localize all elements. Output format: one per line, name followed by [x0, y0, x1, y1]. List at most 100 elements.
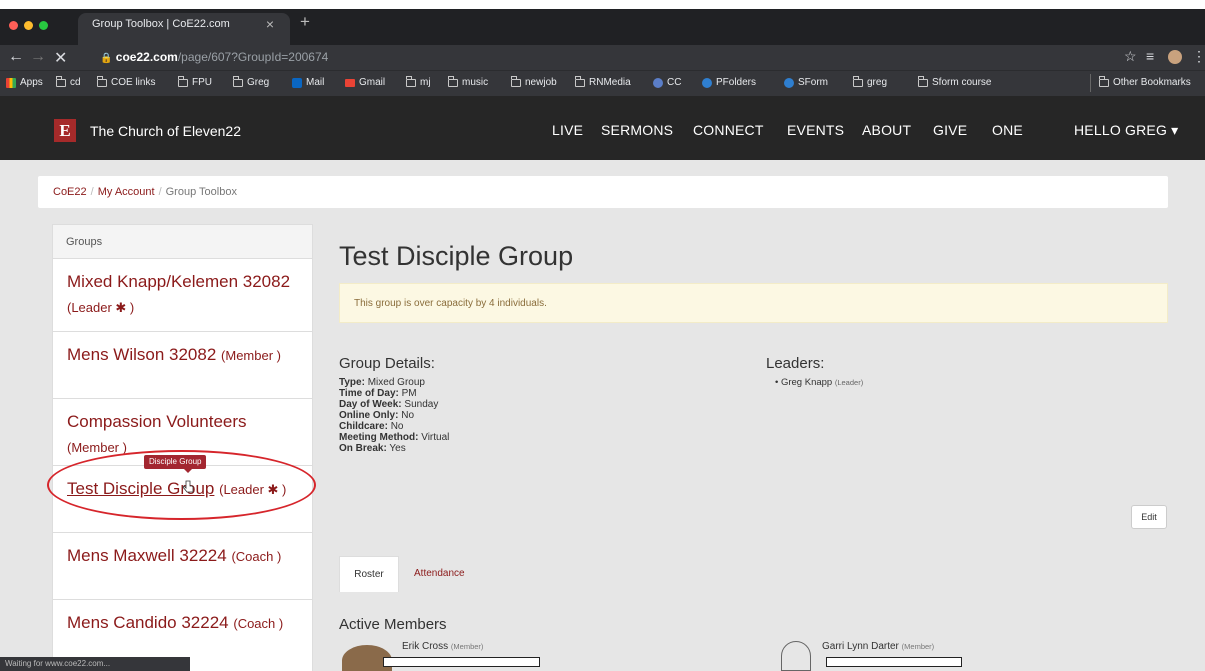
nav-sermons[interactable]: SERMONS: [601, 122, 673, 138]
sidebar-header: Groups: [53, 225, 312, 259]
edit-button[interactable]: Edit: [1131, 505, 1167, 529]
browser-toolbar: ← → ✕ 🔒 coe22.com/page/607?GroupId=20067…: [0, 45, 1205, 70]
detail-row: Type: Mixed Group: [339, 377, 425, 388]
bookmark-folder[interactable]: COE links: [97, 75, 155, 88]
hand-cursor-icon: [182, 480, 194, 493]
detail-row: Childcare: No: [339, 421, 404, 432]
bookmark-folder[interactable]: greg: [853, 75, 887, 88]
bookmark-folder[interactable]: cd: [56, 75, 81, 88]
bookmark-mail[interactable]: Mail: [292, 77, 324, 88]
new-tab-icon[interactable]: +: [300, 12, 310, 32]
bookmark-folder[interactable]: Greg: [233, 75, 269, 88]
default-avatar-icon: [781, 641, 811, 671]
nav-connect[interactable]: CONNECT: [693, 122, 764, 138]
nav-one[interactable]: ONE: [992, 122, 1023, 138]
minimize-window-icon[interactable]: [24, 21, 33, 30]
close-window-icon[interactable]: [9, 21, 18, 30]
detail-row: Time of Day: PM: [339, 388, 417, 399]
tab-roster[interactable]: Roster: [339, 556, 399, 592]
folder-icon: [406, 75, 416, 87]
detail-row: Day of Week: Sunday: [339, 399, 439, 410]
more-menu-icon[interactable]: ⋮: [1192, 48, 1205, 65]
bookmark-folder[interactable]: mj: [406, 75, 431, 88]
member-garri-lynn-darter[interactable]: Garri Lynn Darter (Member): [822, 641, 934, 652]
detail-row: Meeting Method: Virtual: [339, 432, 450, 443]
breadcrumb: CoE22/My Account / Group Toolbox: [38, 176, 1168, 208]
sform-icon: [784, 77, 794, 88]
folder-icon: [575, 75, 585, 87]
redaction-bar: [383, 657, 540, 667]
bookmark-folder[interactable]: FPU: [178, 75, 212, 88]
bookmark-apps[interactable]: Apps: [6, 77, 43, 88]
bookmark-folder[interactable]: newjob: [511, 75, 557, 88]
group-details-list: Type: Mixed Group Time of Day: PM Day of…: [339, 377, 449, 454]
leaders-list: • Greg Knapp (Leader): [775, 377, 864, 388]
bookmark-folder[interactable]: RNMedia: [575, 75, 631, 88]
pfolders-icon: [702, 77, 712, 88]
tab-title: Group Toolbox | CoE22.com: [92, 18, 230, 30]
user-menu[interactable]: HELLO GREG ▾: [1074, 122, 1178, 139]
gmail-icon: [345, 78, 355, 87]
bookmark-star-icon[interactable]: ☆: [1124, 48, 1137, 65]
bookmark-cc[interactable]: CC: [653, 77, 681, 88]
bookmark-folder[interactable]: Sform course: [918, 75, 991, 88]
church-logo[interactable]: E: [54, 119, 76, 142]
page-title: Test Disciple Group: [339, 241, 574, 271]
sidebar-item-mixed-knapp-kelemen[interactable]: Mixed Knapp/Kelemen 32082 (Leader ✱ ): [53, 259, 312, 332]
redaction-bar: [826, 657, 962, 667]
sidebar-item-mens-wilson[interactable]: Mens Wilson 32082 (Member ): [53, 332, 312, 399]
folder-icon: [918, 75, 928, 87]
address-bar[interactable]: 🔒 coe22.com/page/607?GroupId=200674: [100, 46, 1065, 68]
browser-tab[interactable]: Group Toolbox | CoE22.com ×: [78, 13, 290, 45]
nav-about[interactable]: ABOUT: [862, 122, 911, 138]
bookmarks-divider: [1090, 74, 1091, 92]
group-details-heading: Group Details:: [339, 355, 435, 372]
folder-icon: [56, 75, 66, 87]
cc-icon: [653, 77, 663, 88]
forward-icon[interactable]: →: [30, 48, 46, 66]
groups-sidebar: Groups Mixed Knapp/Kelemen 32082 (Leader…: [52, 224, 313, 671]
back-icon[interactable]: ←: [8, 48, 24, 66]
maximize-window-icon[interactable]: [39, 21, 48, 30]
sidebar-item-mens-maxwell[interactable]: Mens Maxwell 32224 (Coach ): [53, 533, 312, 600]
tab-attendance[interactable]: Attendance: [414, 556, 465, 592]
bookmark-folder[interactable]: music: [448, 75, 488, 88]
folder-icon: [178, 75, 188, 87]
profile-avatar-icon[interactable]: [1168, 50, 1182, 64]
site-name[interactable]: The Church of Eleven22: [90, 123, 241, 139]
folder-icon: [1099, 75, 1109, 87]
leader-role: (Leader): [834, 378, 864, 387]
folder-icon: [511, 75, 521, 87]
browser-status-bar: Waiting for www.coe22.com...: [0, 657, 190, 671]
other-bookmarks[interactable]: Other Bookmarks: [1099, 75, 1191, 88]
nav-live[interactable]: LIVE: [552, 122, 583, 138]
breadcrumb-home[interactable]: CoE22: [53, 186, 87, 198]
folder-icon: [233, 75, 243, 87]
outlook-icon: [292, 77, 302, 88]
url-path: /page/607?GroupId=200674: [177, 50, 329, 64]
capacity-alert: This group is over capacity by 4 individ…: [339, 283, 1168, 323]
bookmark-sform[interactable]: SForm: [784, 77, 828, 88]
detail-row: On Break: Yes: [339, 443, 406, 454]
folder-icon: [97, 75, 107, 87]
breadcrumb-account[interactable]: My Account: [98, 186, 155, 198]
nav-give[interactable]: GIVE: [933, 122, 967, 138]
bookmark-gmail[interactable]: Gmail: [345, 77, 385, 88]
detail-row: Online Only: No: [339, 410, 415, 421]
reading-list-icon[interactable]: ≡: [1146, 48, 1154, 64]
url-host: coe22.com: [115, 50, 178, 64]
folder-icon: [853, 75, 863, 87]
folder-icon: [448, 75, 458, 87]
leaders-heading: Leaders:: [766, 355, 825, 372]
leader-name: Greg Knapp: [780, 377, 833, 388]
bookmark-pfolders[interactable]: PFolders: [702, 77, 756, 88]
stop-loading-icon[interactable]: ✕: [54, 48, 67, 68]
site-header: E The Church of Eleven22 LIVE SERMONS CO…: [0, 96, 1205, 160]
breadcrumb-current: Group Toolbox: [165, 186, 237, 198]
screen: Group Toolbox | CoE22.com × + ← → ✕ 🔒 co…: [0, 0, 1205, 671]
close-tab-icon[interactable]: ×: [266, 16, 274, 32]
apps-grid-icon: [6, 77, 16, 88]
browser-tabstrip: Group Toolbox | CoE22.com × +: [0, 9, 1205, 45]
member-erik-cross[interactable]: Erik Cross (Member): [402, 641, 483, 652]
nav-events[interactable]: EVENTS: [787, 122, 844, 138]
